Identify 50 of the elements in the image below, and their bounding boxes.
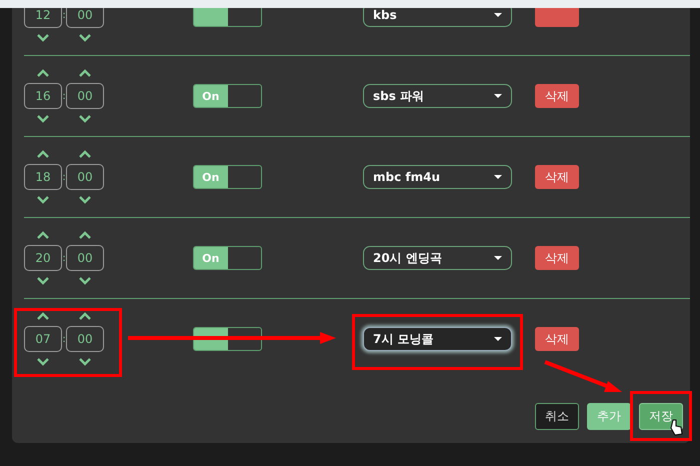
minute-field[interactable]: 00 — [66, 83, 104, 109]
hour-field[interactable]: 12 — [24, 8, 62, 28]
delete-button[interactable]: 삭제 — [535, 84, 579, 108]
minute-field[interactable]: 00 — [66, 164, 104, 190]
decrement-icon[interactable] — [37, 34, 49, 42]
caret-icon — [494, 175, 502, 179]
decrement-icon[interactable] — [79, 358, 91, 366]
time-separator: : — [62, 10, 66, 20]
minute-field[interactable]: 00 — [66, 8, 104, 28]
time-separator: : — [62, 90, 66, 102]
hour-field[interactable]: 20 — [24, 245, 62, 271]
decrement-icon[interactable] — [37, 196, 49, 204]
toggle-switch[interactable] — [193, 8, 262, 27]
caret-icon — [494, 13, 502, 17]
cancel-button[interactable]: 취소 — [535, 403, 579, 430]
increment-icon[interactable] — [79, 231, 91, 239]
increment-icon[interactable] — [79, 69, 91, 77]
highlight-box — [630, 391, 692, 441]
increment-icon[interactable] — [79, 312, 91, 320]
decrement-icon[interactable] — [79, 277, 91, 285]
increment-icon[interactable] — [37, 69, 49, 77]
channel-dropdown[interactable]: 20시 엔딩곡 — [363, 246, 512, 270]
decrement-icon[interactable] — [37, 115, 49, 123]
minute-field[interactable]: 00 — [66, 245, 104, 271]
delete-button[interactable]: 삭제 — [535, 165, 579, 189]
decrement-icon[interactable] — [37, 277, 49, 285]
decrement-icon[interactable] — [79, 115, 91, 123]
channel-dropdown[interactable]: kbs — [363, 8, 512, 27]
minute-field[interactable]: 00 — [66, 326, 104, 352]
delete-button[interactable]: 삭제 — [535, 246, 579, 270]
decrement-icon[interactable] — [37, 358, 49, 366]
hour-field[interactable]: 16 — [24, 83, 62, 109]
channel-dropdown[interactable]: sbs 파워 — [363, 84, 512, 108]
channel-dropdown[interactable]: mbc fm4u — [363, 165, 512, 189]
time-separator: : — [62, 172, 66, 182]
increment-icon[interactable] — [37, 312, 49, 320]
decrement-icon[interactable] — [79, 196, 91, 204]
hour-field[interactable]: 07 — [24, 326, 62, 352]
delete-button[interactable]: 삭제 — [535, 327, 579, 351]
decrement-icon[interactable] — [79, 34, 91, 42]
time-separator: : — [62, 252, 66, 264]
hour-field[interactable]: 18 — [24, 164, 62, 190]
caret-icon — [494, 256, 502, 260]
caret-icon — [494, 337, 502, 341]
channel-dropdown[interactable]: 7시 모닝콜 — [363, 327, 512, 351]
increment-icon[interactable] — [37, 231, 49, 239]
increment-icon[interactable] — [79, 150, 91, 158]
caret-icon — [494, 94, 502, 98]
increment-icon[interactable] — [37, 150, 49, 158]
time-separator: : — [62, 334, 66, 344]
